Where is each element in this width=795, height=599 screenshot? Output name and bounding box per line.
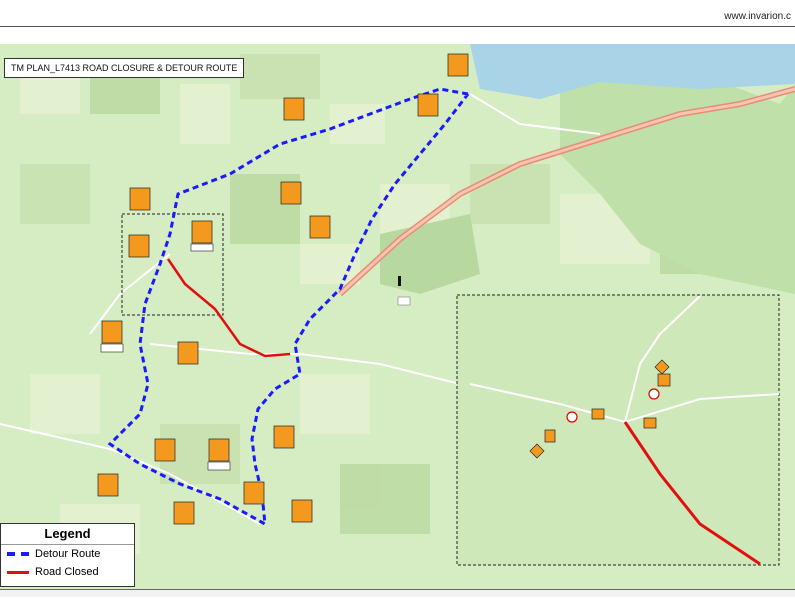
legend-label-detour: Detour Route (35, 548, 101, 560)
map-canvas[interactable] (0, 44, 795, 594)
legend-item-detour: Detour Route (1, 545, 134, 563)
page-header: www.invarion.c (0, 0, 795, 27)
closed-swatch (7, 570, 29, 574)
map-legend: Legend Detour Route Road Closed (0, 523, 135, 587)
site-url[interactable]: www.invarion.c (724, 11, 791, 22)
inset-panel-closure (456, 294, 780, 566)
legend-title: Legend (1, 524, 134, 545)
map-title: TM PLAN_L7413 ROAD CLOSURE & DETOUR ROUT… (4, 58, 245, 78)
map-svg (0, 44, 795, 594)
legend-label-closed: Road Closed (35, 566, 99, 578)
detour-swatch (7, 552, 29, 556)
legend-item-closed: Road Closed (1, 563, 134, 581)
